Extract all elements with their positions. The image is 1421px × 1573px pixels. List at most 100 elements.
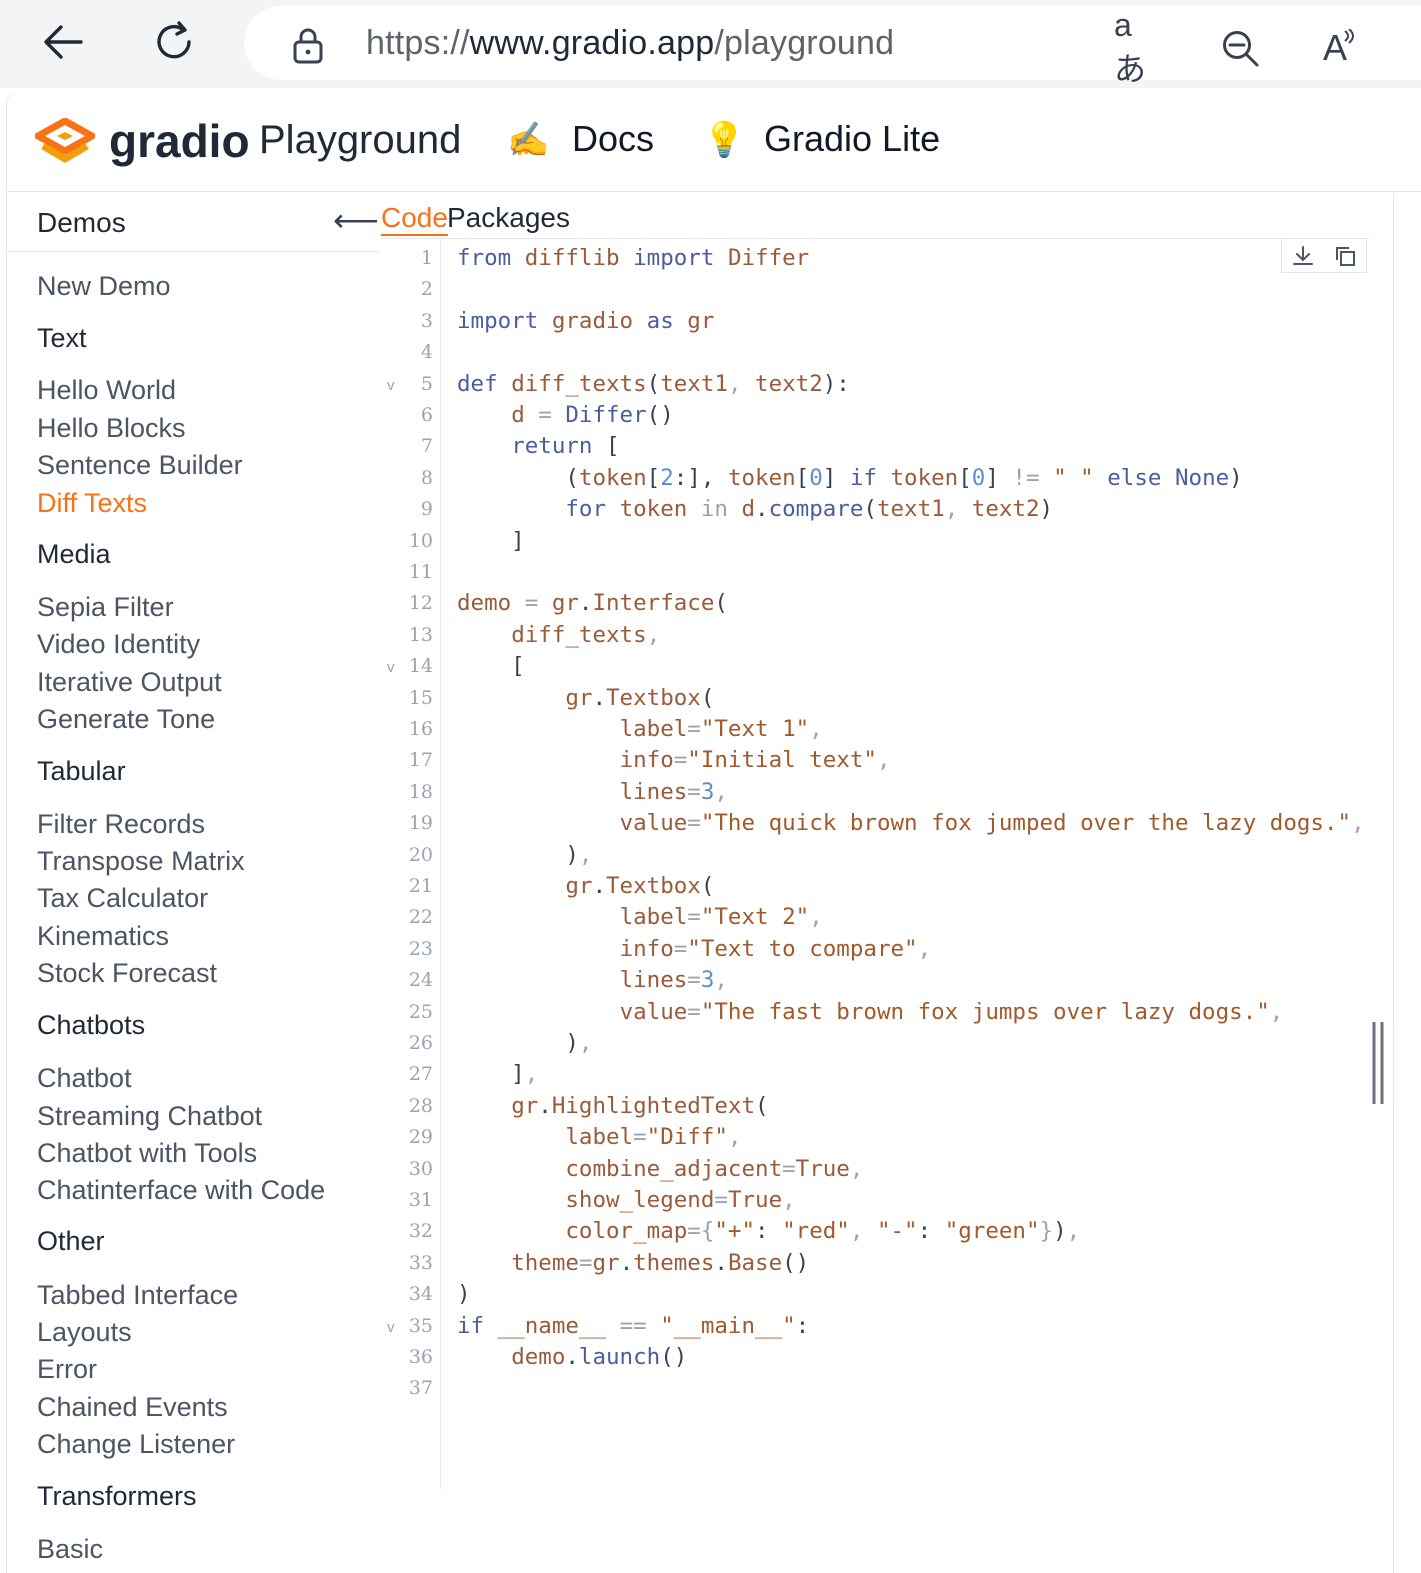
line-number: 31 [408,1189,433,1211]
line-number: 13 [408,623,433,646]
code-line[interactable]: d = Differ() [457,402,674,428]
code-line[interactable]: ), [457,842,592,868]
refresh-button[interactable] [146,14,202,70]
code-line[interactable]: diff_texts, [457,622,660,648]
code-line[interactable]: demo = gr.Interface( [457,590,728,616]
code-line[interactable]: for token in d.compare(text1, text2) [457,496,1053,522]
sidebar-item[interactable]: Iterative Output [37,667,222,698]
fold-marker[interactable]: v [387,659,395,676]
sidebar-item[interactable]: Chatbot [37,1063,132,1094]
tab-code[interactable]: Code [381,202,448,236]
sidebar-item[interactable]: Chained Events [37,1392,228,1423]
code-line[interactable]: if __name__ == "__main__": [457,1313,809,1339]
line-number: 16 [408,718,433,740]
code-line[interactable]: ] [457,528,525,554]
code-line[interactable]: def diff_texts(text1, text2): [457,371,850,397]
url-scheme: https:// [366,24,470,62]
code-line[interactable]: label="Text 1", [457,716,823,742]
code-line[interactable]: import gradio as gr [457,308,714,334]
tab-packages[interactable]: Packages [447,202,570,234]
code-editor[interactable]: 1 2 3 4 5 6 7 8 9 10 11 12 13 14 15 16 17 18 19 20 21 22 23 24 2… [381,239,1369,1573]
line-number: 22 [408,906,433,929]
line-number: 1 [420,247,433,269]
zoom-out-button[interactable] [1216,24,1264,72]
code-line[interactable]: info="Text to compare", [457,936,932,962]
lock-icon[interactable] [288,26,328,66]
code-line[interactable]: show_legend=True, [457,1187,795,1213]
code-line[interactable]: return [ [457,433,619,459]
sidebar-item[interactable]: Layouts [37,1317,132,1348]
code-line[interactable]: from difflib import Differ [457,245,809,271]
sidebar-category: Tabular [37,756,126,786]
sidebar-item[interactable]: Tabbed Interface [37,1280,238,1311]
app-frame: gradio Playground ✍ Docs 💡 Gradio Lite D… [6,90,1421,1573]
line-number: 11 [408,561,433,583]
scrollbar-handle[interactable] [1371,1022,1385,1104]
sidebar-item[interactable]: Chatbot with Tools [37,1138,257,1169]
sidebar-item[interactable]: Streaming Chatbot [37,1101,262,1132]
sidebar-item[interactable]: Generate Tone [37,704,215,735]
url-text[interactable]: https://www.gradio.app/playground [366,24,894,63]
sidebar-collapse-button[interactable]: ⟵ [333,201,379,239]
code-line[interactable]: combine_adjacent=True, [457,1156,863,1182]
sidebar-category: Media [37,539,111,569]
code-line[interactable]: (token[2:], token[0] if token[0] != " " … [457,465,1242,491]
code-line[interactable]: ], [457,1061,538,1087]
sidebar-item-active[interactable]: Diff Texts [37,488,147,519]
gradio-lite-link[interactable]: Gradio Lite [764,118,940,160]
code-line[interactable]: demo.launch() [457,1344,687,1370]
code-line[interactable]: info="Initial text", [457,747,891,773]
line-number: 4 [420,341,433,364]
code-line[interactable]: gr.Textbox( [457,873,714,899]
logo-playground: Playground [259,118,462,162]
code-line[interactable]: value="The fast brown fox jumps over laz… [457,999,1284,1025]
line-number: 3 [420,309,433,332]
code-line[interactable]: theme=gr.themes.Base() [457,1250,809,1276]
fold-marker[interactable]: v [387,1319,395,1336]
back-button[interactable] [36,14,92,70]
sidebar-item[interactable]: Video Identity [37,629,200,660]
download-icon[interactable] [1291,244,1315,268]
sidebar-item[interactable]: Tax Calculator [37,883,208,914]
code-line[interactable]: color_map={"+": "red", "-": "green"}), [457,1218,1080,1244]
sidebar-item[interactable]: Sepia Filter [37,592,174,623]
sidebar-item[interactable]: Chatinterface with Code [37,1175,325,1206]
sidebar-item[interactable]: Basic [37,1534,103,1565]
sidebar-item[interactable]: Change Listener [37,1429,235,1460]
sidebar-item[interactable]: Sentence Builder [37,450,243,481]
sidebar-item[interactable]: Transpose Matrix [37,846,245,877]
line-number: 36 [408,1346,433,1368]
code-line[interactable]: label="Diff", [457,1124,741,1150]
sidebar-item[interactable]: Error [37,1354,97,1385]
code-line[interactable]: ) [457,1281,471,1307]
sidebar-item[interactable]: Hello World [37,375,176,406]
address-bar[interactable]: https://www.gradio.app/playground aあ A [244,6,1421,87]
gradio-logo-icon[interactable] [35,118,95,170]
read-aloud-button[interactable]: A [1316,24,1364,72]
sidebar-item[interactable]: Stock Forecast [37,958,217,989]
sidebar-item[interactable]: Kinematics [37,921,169,952]
sidebar-item-new-demo[interactable]: New Demo [37,271,171,302]
code-line[interactable]: lines=3, [457,967,728,993]
sidebar-item[interactable]: Hello Blocks [37,413,186,444]
sidebar-divider [7,251,379,252]
copy-icon[interactable] [1333,244,1357,268]
code-line[interactable]: value="The quick brown fox jumped over t… [457,810,1365,836]
line-number: 18 [408,780,433,803]
code-line[interactable]: label="Text 2", [457,904,823,930]
line-number: 33 [408,1251,433,1274]
code-line[interactable]: [ [457,653,525,679]
fold-marker[interactable]: v [387,377,395,394]
translate-button[interactable]: aあ [1114,7,1162,87]
code-line[interactable]: gr.HighlightedText( [457,1093,768,1119]
code-line[interactable]: ), [457,1030,592,1056]
line-number: 32 [408,1220,433,1243]
writing-hand-icon: ✍ [507,121,550,159]
sidebar-item[interactable]: Filter Records [37,809,205,840]
line-number: 37 [408,1377,433,1400]
logo-wordmark[interactable]: gradio [109,114,250,168]
docs-link[interactable]: Docs [572,118,654,160]
code-line[interactable]: gr.Textbox( [457,685,714,711]
line-number: 20 [408,843,433,866]
code-line[interactable]: lines=3, [457,779,728,805]
